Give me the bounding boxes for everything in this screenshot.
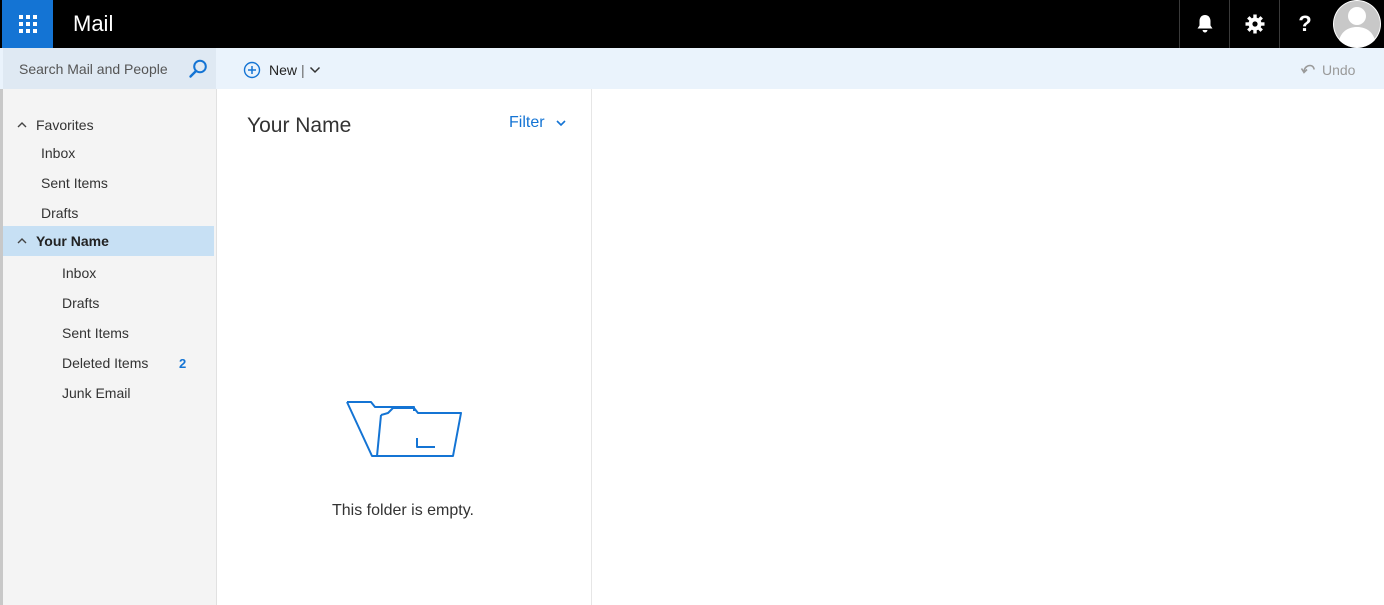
folder-heading: Your Name [247,114,352,137]
favorite-item-inbox[interactable]: Inbox [3,138,214,168]
pane-divider [216,89,217,605]
empty-folder-icon [346,401,462,457]
pane-divider [591,89,592,605]
account-header[interactable]: Your Name [3,226,214,256]
chevron-up-icon[interactable] [17,236,27,246]
favorites-label: Favorites [36,117,94,133]
favorite-drafts-label: Drafts [41,205,79,221]
favorite-item-sent-items[interactable]: Sent Items [3,168,214,198]
filter-label: Filter [509,114,545,131]
undo-button[interactable]: Undo [1300,59,1355,81]
folder-sent-items-label: Sent Items [62,325,129,341]
chevron-up-icon[interactable] [17,120,27,130]
settings-button[interactable] [1229,0,1280,48]
favorite-inbox-label: Inbox [41,145,76,161]
folder-item-sent-items[interactable]: Sent Items [3,318,214,348]
undo-icon [1300,64,1315,74]
folder-item-junk-email[interactable]: Junk Email [3,378,214,408]
favorites-header[interactable]: Favorites [3,110,214,140]
folder-item-inbox[interactable]: Inbox [3,258,214,288]
chevron-down-icon[interactable] [308,63,322,77]
undo-label: Undo [1322,62,1356,78]
avatar-icon [1333,0,1381,48]
account-label: Your Name [36,233,109,249]
new-label: New [269,62,298,78]
help-button[interactable]: ? [1279,0,1330,48]
search-box[interactable]: Search Mail and People [3,48,216,89]
folder-item-deleted-items[interactable]: Deleted Items 2 [3,348,214,378]
app-title: Mail [73,11,114,36]
plus-circle-icon [243,61,261,79]
profile-button[interactable] [1330,0,1384,48]
folder-inbox-label: Inbox [62,265,97,281]
favorite-item-drafts[interactable]: Drafts [3,198,214,228]
notifications-button[interactable] [1179,0,1230,48]
new-separator: | [301,62,305,78]
folder-deleted-items-label: Deleted Items [62,355,149,371]
app-launcher-icon [18,15,37,33]
favorite-sent-items-label: Sent Items [41,175,108,191]
app-launcher-button[interactable] [2,0,53,48]
search-placeholder: Search Mail and People [19,61,168,77]
folder-junk-email-label: Junk Email [62,385,131,401]
unread-count-badge: 2 [179,355,187,371]
empty-folder-message: This folder is empty. [332,502,474,519]
help-icon: ? [1298,11,1312,36]
folder-drafts-label: Drafts [62,295,100,311]
bell-icon [1197,15,1213,33]
folder-item-drafts[interactable]: Drafts [3,288,214,318]
search-icon[interactable] [187,58,209,80]
filter-button[interactable]: Filter [509,114,568,132]
gear-icon [1245,14,1265,34]
chevron-down-icon [555,120,566,127]
folder-pane: Favorites Inbox Sent Items Drafts Your N… [3,89,216,605]
new-message-button[interactable]: New | [243,58,322,82]
top-bar: Mail ? [0,0,1384,48]
